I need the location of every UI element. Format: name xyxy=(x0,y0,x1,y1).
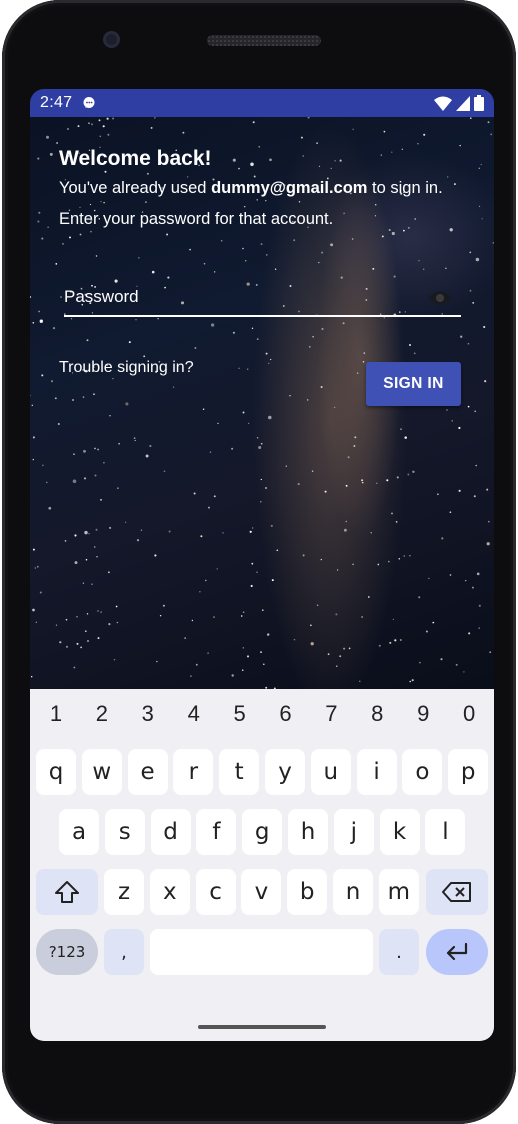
chat-notification-icon xyxy=(83,97,95,108)
key-h[interactable]: h xyxy=(288,809,328,855)
number-key-3[interactable]: 3 xyxy=(125,701,171,727)
comma-key[interactable]: , xyxy=(104,929,144,975)
password-input[interactable] xyxy=(64,287,404,307)
number-key-9[interactable]: 9 xyxy=(400,701,446,727)
number-key-1[interactable]: 1 xyxy=(33,701,79,727)
key-k[interactable]: k xyxy=(379,809,420,855)
key-s[interactable]: s xyxy=(104,809,145,855)
wifi-icon xyxy=(434,96,452,111)
number-key-0[interactable]: 0 xyxy=(446,701,492,727)
account-email: dummy@gmail.com xyxy=(211,179,368,197)
shift-icon xyxy=(55,881,79,903)
trouble-signing-in-link[interactable]: Trouble signing in? xyxy=(59,359,194,377)
key-x[interactable]: x xyxy=(149,869,190,915)
key-y[interactable]: y xyxy=(265,749,305,795)
symbols-key[interactable]: ?123 xyxy=(36,929,98,975)
key-b[interactable]: b xyxy=(287,869,328,915)
number-key-8[interactable]: 8 xyxy=(354,701,400,727)
signin-message: You've already used dummy@gmail.com to s… xyxy=(59,173,469,235)
front-camera xyxy=(103,31,120,48)
cell-signal-icon xyxy=(456,95,470,111)
key-f[interactable]: f xyxy=(196,809,237,855)
key-g[interactable]: g xyxy=(242,809,283,855)
number-row: 1234567890 xyxy=(30,701,494,731)
key-l[interactable]: l xyxy=(425,809,466,855)
space-bar[interactable] xyxy=(150,929,373,975)
status-time: 2:47 xyxy=(40,94,73,111)
home-indicator[interactable] xyxy=(198,1025,326,1029)
key-n[interactable]: n xyxy=(333,869,373,915)
number-key-2[interactable]: 2 xyxy=(79,701,125,727)
backspace-key[interactable] xyxy=(426,869,488,915)
welcome-title: Welcome back! xyxy=(59,147,212,170)
enter-key[interactable] xyxy=(426,929,488,975)
period-key[interactable]: . xyxy=(379,929,419,975)
key-e[interactable]: e xyxy=(127,749,168,795)
number-key-4[interactable]: 4 xyxy=(171,701,217,727)
enter-icon xyxy=(446,942,468,961)
eye-icon[interactable] xyxy=(427,289,453,307)
key-u[interactable]: u xyxy=(310,749,351,795)
key-o[interactable]: o xyxy=(402,749,443,795)
message-prefix: You've already used xyxy=(59,179,212,197)
backspace-icon xyxy=(442,882,471,902)
key-i[interactable]: i xyxy=(356,749,397,795)
signin-form: Welcome back! You've already used dummy@… xyxy=(30,117,494,689)
key-q[interactable]: q xyxy=(36,749,76,795)
sign-in-button[interactable]: SIGN IN xyxy=(366,362,461,406)
number-key-7[interactable]: 7 xyxy=(308,701,354,727)
battery-icon xyxy=(474,95,484,111)
key-t[interactable]: t xyxy=(219,749,260,795)
key-p[interactable]: p xyxy=(448,749,489,795)
key-c[interactable]: c xyxy=(195,869,236,915)
status-bar: 2:47 xyxy=(30,89,494,117)
key-m[interactable]: m xyxy=(378,869,419,915)
key-j[interactable]: j xyxy=(333,809,374,855)
key-d[interactable]: d xyxy=(150,809,191,855)
password-field[interactable] xyxy=(64,277,461,317)
key-z[interactable]: z xyxy=(104,869,144,915)
number-key-5[interactable]: 5 xyxy=(217,701,263,727)
screen: 2:47 Welcome back! You've already used d… xyxy=(30,89,494,1041)
number-key-6[interactable]: 6 xyxy=(263,701,309,727)
key-w[interactable]: w xyxy=(81,749,122,795)
earpiece-speaker xyxy=(207,35,321,46)
key-a[interactable]: a xyxy=(59,809,99,855)
key-r[interactable]: r xyxy=(173,749,214,795)
soft-keyboard: 1234567890 qwertyuiop asdfghjkl zxcvbnm … xyxy=(30,689,494,1041)
phone-frame: 2:47 Welcome back! You've already used d… xyxy=(2,0,516,1124)
shift-key[interactable] xyxy=(36,869,98,915)
key-v[interactable]: v xyxy=(241,869,282,915)
